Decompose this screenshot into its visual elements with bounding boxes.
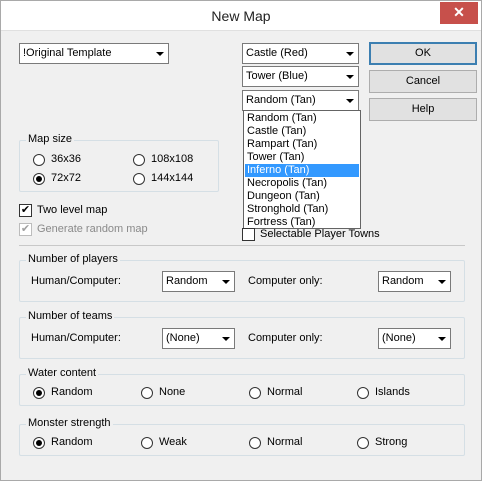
water-normal-label: Normal (267, 386, 303, 398)
teams-computer-value: (None) (382, 332, 416, 344)
monster-strength-legend: Monster strength (26, 417, 113, 429)
new-map-dialog: New Map ✕ !Original Template Castle (Red… (0, 0, 482, 481)
player-1-town-select[interactable]: Castle (Red) (242, 43, 359, 64)
dropdown-option[interactable]: Rampart (Tan) (245, 138, 359, 151)
close-icon: ✕ (453, 4, 465, 20)
radio-off-icon (33, 154, 45, 166)
teams-human-value: (None) (166, 332, 200, 344)
map-size-72-label: 72x72 (51, 172, 81, 184)
map-size-36-label: 36x36 (51, 153, 81, 165)
ok-button[interactable]: OK (369, 42, 477, 65)
number-of-players-group: Number of players Human/Computer: Random… (19, 253, 465, 302)
selectable-player-towns-label: Selectable Player Towns (260, 228, 380, 240)
number-of-teams-legend: Number of teams (26, 310, 115, 322)
window-title: New Map (211, 8, 271, 24)
separator (19, 245, 465, 246)
map-size-group: Map size 36x36 108x108 72x72 144x144 (19, 133, 219, 192)
monster-strength-group: Monster strength Random Weak Normal Stro… (19, 417, 465, 456)
dropdown-option[interactable]: Stronghold (Tan) (245, 203, 359, 216)
dropdown-option-highlighted[interactable]: Inferno (Tan) (245, 164, 359, 177)
close-button[interactable]: ✕ (440, 2, 478, 24)
water-random-label: Random (51, 386, 93, 398)
water-islands-label: Islands (375, 386, 410, 398)
checkmark-icon: ✔ (19, 223, 32, 236)
dropdown-option[interactable]: Castle (Tan) (245, 125, 359, 138)
radio-on-icon (33, 387, 45, 399)
radio-off-icon (357, 387, 369, 399)
dropdown-option[interactable]: Tower (Tan) (245, 151, 359, 164)
two-level-map-label: Two level map (37, 204, 108, 216)
cancel-button[interactable]: Cancel (369, 70, 477, 93)
number-of-teams-group: Number of teams Human/Computer: (None) C… (19, 310, 465, 359)
dropdown-option[interactable]: Random (Tan) (245, 112, 359, 125)
radio-off-icon (133, 154, 145, 166)
radio-off-icon (357, 437, 369, 449)
water-content-legend: Water content (26, 367, 99, 379)
player-1-town-value: Castle (Red) (246, 47, 308, 59)
chevron-down-icon (217, 273, 233, 290)
radio-off-icon (133, 173, 145, 185)
chevron-down-icon (151, 45, 167, 62)
monster-random-label: Random (51, 436, 93, 448)
title-bar: New Map ✕ (1, 1, 481, 31)
radio-off-icon (141, 437, 153, 449)
chevron-down-icon (433, 330, 449, 347)
chevron-down-icon (341, 45, 357, 62)
teams-human-label: Human/Computer: (31, 332, 121, 344)
teams-computer-label: Computer only: (248, 332, 323, 344)
player-3-town-value: Random (Tan) (246, 94, 316, 106)
radio-off-icon (141, 387, 153, 399)
template-select[interactable]: !Original Template (19, 43, 169, 64)
radio-off-icon (249, 387, 261, 399)
players-computer-label: Computer only: (248, 275, 323, 287)
water-none-label: None (159, 386, 186, 398)
map-size-108-label: 108x108 (151, 153, 194, 165)
water-content-group: Water content Random None Normal Islands (19, 367, 465, 406)
monster-weak-label: Weak (159, 436, 187, 448)
monster-normal-label: Normal (267, 436, 303, 448)
checkbox-empty-icon (242, 228, 255, 241)
player-2-town-value: Tower (Blue) (246, 70, 308, 82)
radio-on-icon (33, 173, 45, 185)
chevron-down-icon (433, 273, 449, 290)
map-size-legend: Map size (26, 133, 75, 145)
town-dropdown-list: Random (Tan) Castle (Tan) Rampart (Tan) … (243, 110, 361, 229)
dropdown-option[interactable]: Dungeon (Tan) (245, 190, 359, 203)
help-button[interactable]: Help (369, 98, 477, 121)
chevron-down-icon (341, 68, 357, 85)
players-computer-value: Random (382, 275, 424, 287)
radio-on-icon (33, 437, 45, 449)
chevron-down-icon (341, 92, 357, 109)
monster-strong-label: Strong (375, 436, 408, 448)
teams-computer-select[interactable]: (None) (378, 328, 451, 349)
map-size-144-label: 144x144 (151, 172, 194, 184)
radio-off-icon (249, 437, 261, 449)
players-computer-select[interactable]: Random (378, 271, 451, 292)
chevron-down-icon (217, 330, 233, 347)
player-3-town-select[interactable]: Random (Tan) (242, 90, 359, 111)
template-select-value: !Original Template (23, 47, 112, 59)
players-human-value: Random (166, 275, 208, 287)
players-human-select[interactable]: Random (162, 271, 235, 292)
generate-random-map-label: Generate random map (37, 223, 148, 235)
teams-human-select[interactable]: (None) (162, 328, 235, 349)
checkmark-icon: ✔ (19, 204, 32, 217)
dropdown-option[interactable]: Necropolis (Tan) (245, 177, 359, 190)
number-of-players-legend: Number of players (26, 253, 120, 265)
player-2-town-select[interactable]: Tower (Blue) (242, 66, 359, 87)
players-human-label: Human/Computer: (31, 275, 121, 287)
